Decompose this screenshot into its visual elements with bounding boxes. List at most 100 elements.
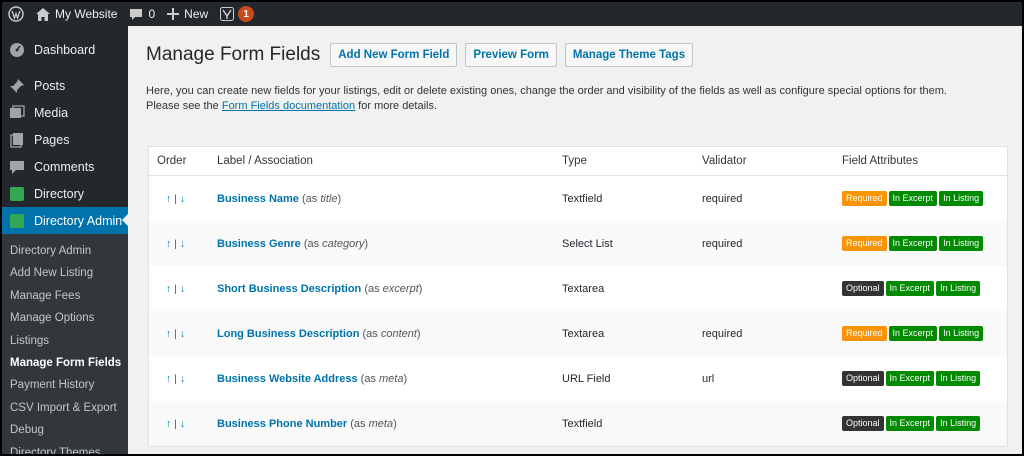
submenu-manage-options[interactable]: Manage Options bbox=[2, 307, 128, 329]
field-type: Select List bbox=[562, 237, 613, 250]
attribute-badge: Required bbox=[842, 191, 887, 206]
comments-link[interactable]: 0 bbox=[123, 2, 161, 26]
order-arrows[interactable]: ↑ | ↓ bbox=[149, 193, 217, 205]
submenu-manage-fees[interactable]: Manage Fees bbox=[2, 285, 128, 307]
add-new-form-field-button[interactable]: Add New Form Field bbox=[330, 43, 458, 67]
attribute-badge: In Excerpt bbox=[888, 326, 938, 341]
directory-admin-submenu: Directory Admin Add New Listing Manage F… bbox=[2, 234, 128, 454]
submenu-add-new-listing[interactable]: Add New Listing bbox=[2, 262, 128, 284]
submenu-directory-admin[interactable]: Directory Admin bbox=[2, 240, 128, 262]
sidebar-item-label: Media bbox=[34, 105, 69, 120]
association-value: meta bbox=[368, 417, 394, 430]
manage-theme-tags-button[interactable]: Manage Theme Tags bbox=[564, 43, 694, 67]
pages-icon bbox=[8, 131, 26, 149]
field-association: (as title) bbox=[302, 192, 342, 205]
field-label: Business Website Address (as meta) bbox=[217, 373, 562, 385]
attribute-badge: In Listing bbox=[936, 281, 981, 296]
intro-line-2: Please see the Form Fields documentation… bbox=[146, 99, 1022, 114]
field-association: (as content) bbox=[362, 327, 421, 340]
field-label: Long Business Description (as content) bbox=[217, 328, 562, 340]
intro-line-1: Here, you can create new fields for your… bbox=[146, 85, 947, 97]
sidebar-item-directory[interactable]: Directory bbox=[2, 180, 128, 207]
sidebar-item-dashboard[interactable]: Dashboard bbox=[2, 36, 128, 63]
table-row: ↑ | ↓ Short Business Description (as exce… bbox=[149, 266, 1007, 311]
submenu-csv-import-export[interactable]: CSV Import & Export bbox=[2, 397, 128, 419]
sidebar-item-pages[interactable]: Pages bbox=[2, 126, 128, 153]
yoast-icon bbox=[220, 7, 235, 21]
admin-bar: My Website 0 New 1 bbox=[2, 2, 1022, 26]
intro-post: for more details. bbox=[355, 100, 438, 112]
page-heading: Manage Form Fields Add New Form Field Pr… bbox=[146, 42, 1022, 68]
field-type: Textarea bbox=[562, 327, 605, 340]
field-label: Business Genre (as category) bbox=[217, 238, 562, 250]
field-name-link[interactable]: Business Website Address bbox=[217, 373, 358, 385]
association-value: content bbox=[380, 327, 417, 340]
attribute-badge: In Excerpt bbox=[888, 191, 938, 206]
field-label: Business Phone Number (as meta) bbox=[217, 418, 562, 430]
plus-icon bbox=[167, 8, 180, 20]
field-attributes: Required In Excerpt In Listing bbox=[842, 236, 1007, 251]
attribute-badge: In Excerpt bbox=[885, 416, 935, 431]
field-name-link[interactable]: Long Business Description bbox=[217, 328, 359, 340]
new-content-link[interactable]: New bbox=[161, 2, 214, 26]
seo-link[interactable]: 1 bbox=[214, 2, 260, 26]
field-attributes: Optional In Excerpt In Listing bbox=[842, 371, 1007, 386]
header-label[interactable]: Label / Association bbox=[217, 155, 562, 167]
sidebar-item-label: Directory Admin bbox=[34, 213, 123, 228]
field-attributes: Optional In Excerpt In Listing bbox=[842, 416, 1007, 431]
field-attributes: Optional In Excerpt In Listing bbox=[842, 281, 1007, 296]
header-type[interactable]: Type bbox=[562, 155, 702, 167]
order-arrows[interactable]: ↑ | ↓ bbox=[149, 418, 217, 430]
intro-text: Here, you can create new fields for your… bbox=[146, 84, 1022, 114]
comments-count: 0 bbox=[148, 7, 156, 21]
submenu-payment-history[interactable]: Payment History bbox=[2, 374, 128, 396]
field-type: Textarea bbox=[562, 282, 605, 295]
field-association: (as meta) bbox=[360, 372, 408, 385]
attribute-badge: Required bbox=[842, 326, 887, 341]
sidebar-item-comments[interactable]: Comments bbox=[2, 153, 128, 180]
header-validator[interactable]: Validator bbox=[702, 155, 842, 167]
table-row: ↑ | ↓ Business Name (as title) Textfield re… bbox=[149, 176, 1007, 221]
attribute-badge: Optional bbox=[842, 416, 884, 431]
field-name-link[interactable]: Business Genre bbox=[217, 238, 301, 250]
field-association: (as meta) bbox=[350, 417, 397, 430]
field-name-link[interactable]: Short Business Description bbox=[217, 283, 361, 295]
wordpress-logo-icon[interactable] bbox=[2, 2, 30, 26]
order-arrows[interactable]: ↑ | ↓ bbox=[149, 238, 217, 250]
table-row: ↑ | ↓ Long Business Description (as conte… bbox=[149, 311, 1007, 356]
preview-form-button[interactable]: Preview Form bbox=[465, 43, 557, 67]
admin-sidebar: Dashboard Posts Media Pages Comments Dir… bbox=[2, 26, 129, 454]
order-arrows[interactable]: ↑ | ↓ bbox=[149, 373, 217, 385]
field-type: Textfield bbox=[562, 417, 603, 430]
sidebar-item-directory-admin[interactable]: Directory Admin bbox=[2, 207, 129, 234]
field-name-link[interactable]: Business Phone Number bbox=[217, 418, 347, 430]
sidebar-item-label: Comments bbox=[34, 159, 95, 174]
order-arrows[interactable]: ↑ | ↓ bbox=[149, 283, 217, 295]
submenu-directory-themes[interactable]: Directory Themes bbox=[2, 442, 128, 454]
field-validator: required bbox=[702, 192, 743, 205]
submenu-listings[interactable]: Listings bbox=[2, 330, 128, 352]
site-name-link[interactable]: My Website bbox=[30, 2, 123, 26]
field-label: Short Business Description (as excerpt) bbox=[217, 283, 562, 295]
sidebar-item-media[interactable]: Media bbox=[2, 99, 128, 126]
field-label: Business Name (as title) bbox=[217, 193, 562, 205]
field-attributes: Required In Excerpt In Listing bbox=[842, 191, 1007, 206]
directory-admin-icon bbox=[8, 212, 26, 230]
form-fields-table: Order Label / Association Type Validator… bbox=[148, 146, 1008, 447]
attribute-badge: In Excerpt bbox=[885, 281, 935, 296]
header-order[interactable]: Order bbox=[149, 155, 217, 167]
order-arrows[interactable]: ↑ | ↓ bbox=[149, 328, 217, 340]
pin-icon bbox=[8, 77, 26, 95]
sidebar-item-label: Pages bbox=[34, 132, 70, 147]
submenu-manage-form-fields[interactable]: Manage Form Fields bbox=[2, 352, 128, 374]
submenu-debug[interactable]: Debug bbox=[2, 419, 128, 441]
sidebar-item-posts[interactable]: Posts bbox=[2, 72, 128, 99]
site-name: My Website bbox=[55, 7, 118, 21]
form-fields-documentation-link[interactable]: Form Fields documentation bbox=[222, 100, 355, 112]
attribute-badge: Optional bbox=[842, 281, 884, 296]
media-icon bbox=[8, 104, 26, 122]
intro-pre: Please see the bbox=[146, 100, 222, 112]
field-attributes: Required In Excerpt In Listing bbox=[842, 326, 1007, 341]
field-validator: required bbox=[702, 237, 743, 250]
field-name-link[interactable]: Business Name bbox=[217, 193, 299, 205]
